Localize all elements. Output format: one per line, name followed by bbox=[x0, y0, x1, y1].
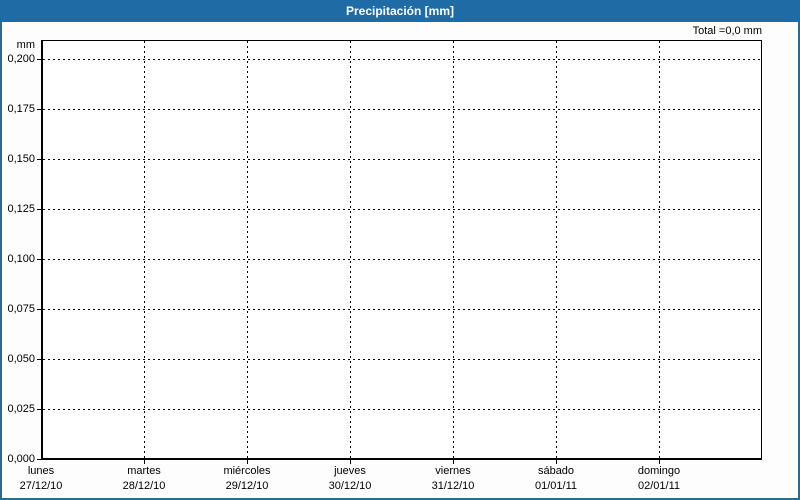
y-axis-tick bbox=[37, 259, 41, 260]
x-axis-tick bbox=[144, 460, 145, 464]
x-axis-tick bbox=[556, 460, 557, 464]
y-tick-label: 0,050 bbox=[7, 353, 35, 365]
x-axis-tick bbox=[247, 460, 248, 464]
x-day-label: martes bbox=[127, 465, 161, 477]
y-tick-label: 0,075 bbox=[7, 303, 35, 315]
y-axis-tick bbox=[37, 359, 41, 360]
y-axis-tick bbox=[37, 59, 41, 60]
y-axis-tick bbox=[37, 209, 41, 210]
x-axis-tick bbox=[350, 460, 351, 464]
horizontal-gridline bbox=[43, 59, 761, 60]
y-axis-tick bbox=[37, 409, 41, 410]
y-axis-tick bbox=[37, 309, 41, 310]
y-tick-label: 0,150 bbox=[7, 153, 35, 165]
chart-title: Precipitación [mm] bbox=[345, 4, 455, 18]
y-axis-tick bbox=[37, 459, 41, 460]
x-date-label: 02/01/11 bbox=[637, 480, 680, 492]
y-tick-label: 0,025 bbox=[7, 403, 35, 415]
x-day-label: miércoles bbox=[223, 465, 271, 477]
horizontal-gridline bbox=[43, 309, 761, 310]
precipitation-chart-window: Precipitación [mm] Total =0,0 mm mm 0,00… bbox=[0, 0, 800, 500]
plot-area bbox=[41, 40, 762, 460]
horizontal-gridline bbox=[43, 159, 761, 160]
x-axis-tick bbox=[659, 460, 660, 464]
x-date-label: 29/12/10 bbox=[225, 480, 269, 492]
total-precipitation-label: Total =0,0 mm bbox=[692, 25, 762, 37]
x-date-label: 31/12/10 bbox=[431, 480, 475, 492]
x-axis-tick bbox=[453, 460, 454, 464]
x-date-label: 01/01/11 bbox=[534, 480, 577, 492]
x-day-label: sábado bbox=[537, 465, 575, 477]
y-axis-tick bbox=[37, 109, 41, 110]
vertical-gridline bbox=[659, 41, 660, 458]
y-tick-label: 0,200 bbox=[7, 53, 35, 65]
horizontal-gridline bbox=[43, 259, 761, 260]
x-date-label: 28/12/10 bbox=[122, 480, 166, 492]
y-axis-tick bbox=[37, 159, 41, 160]
x-date-label: 30/12/10 bbox=[328, 480, 372, 492]
vertical-gridline bbox=[144, 41, 145, 458]
y-tick-label: 0,100 bbox=[7, 253, 35, 265]
frame-border-left bbox=[0, 0, 2, 500]
x-day-label: jueves bbox=[334, 465, 366, 477]
horizontal-gridline bbox=[43, 109, 761, 110]
horizontal-gridline bbox=[43, 209, 761, 210]
vertical-gridline bbox=[453, 41, 454, 458]
y-tick-label: 0,175 bbox=[7, 103, 35, 115]
y-axis-unit-label: mm bbox=[16, 39, 35, 51]
x-day-label: domingo bbox=[637, 465, 681, 477]
vertical-gridline bbox=[350, 41, 351, 458]
horizontal-gridline bbox=[43, 359, 761, 360]
x-date-label: 27/12/10 bbox=[19, 480, 63, 492]
x-day-label: lunes bbox=[27, 465, 55, 477]
chart-title-bar: Precipitación [mm] bbox=[0, 0, 800, 22]
x-day-label: viernes bbox=[435, 465, 471, 477]
vertical-gridline bbox=[247, 41, 248, 458]
horizontal-gridline bbox=[43, 409, 761, 410]
y-tick-label: 0,125 bbox=[7, 203, 35, 215]
vertical-gridline bbox=[556, 41, 557, 458]
